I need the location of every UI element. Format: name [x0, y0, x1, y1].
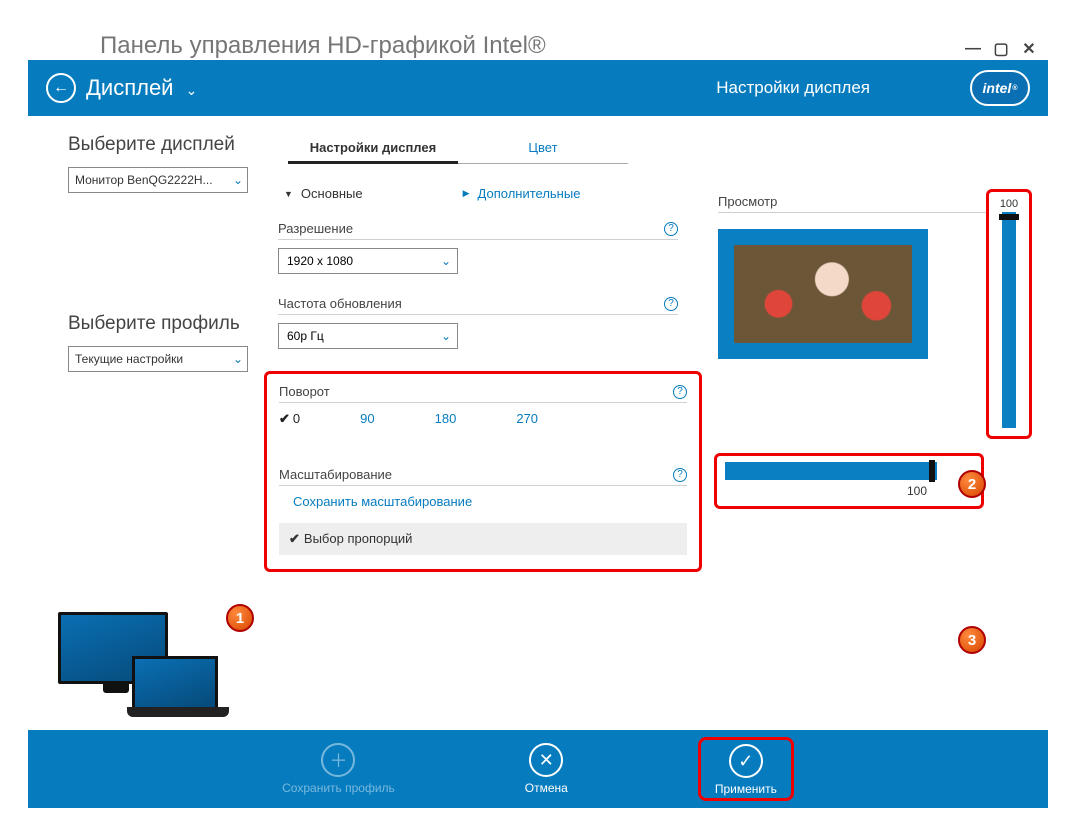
refresh-label: Частота обновления	[278, 296, 664, 311]
preview-label: Просмотр	[718, 194, 1004, 209]
apply-highlight: ✓ Применить	[698, 737, 794, 801]
help-icon[interactable]: ?	[664, 222, 678, 236]
aspect-ratio-option[interactable]: Выбор пропорций	[279, 523, 687, 555]
maximize-button[interactable]: ▢	[990, 38, 1012, 60]
subtab-advanced[interactable]: Дополнительные	[463, 186, 581, 201]
preview-area: 100 100	[718, 229, 978, 359]
rotation-180[interactable]: 180	[435, 411, 457, 427]
horizontal-scale-value: 100	[725, 484, 973, 498]
intel-logo: intel	[970, 70, 1030, 106]
apply-button[interactable]: ✓ Применить	[715, 744, 777, 796]
scaling-label: Масштабирование	[279, 467, 673, 482]
close-icon: ✕	[529, 743, 563, 777]
arrow-left-icon: ←	[53, 79, 69, 97]
plus-icon: ＋	[321, 743, 355, 777]
minimize-button[interactable]: —	[962, 38, 984, 60]
chevron-down-icon: ⌄	[186, 82, 198, 98]
save-profile-label: Сохранить профиль	[282, 781, 395, 795]
horizontal-scale-highlight: 100	[714, 453, 984, 509]
chevron-down-icon: ⌄	[233, 173, 243, 187]
chevron-down-icon: ⌄	[441, 254, 451, 268]
rotation-0[interactable]: 0	[279, 411, 300, 427]
slider-thumb[interactable]	[929, 460, 935, 482]
display-value: Монитор BenQG2222H...	[75, 173, 213, 187]
vertical-scale-highlight: 100	[986, 189, 1032, 439]
chevron-down-icon: ⌄	[441, 329, 451, 343]
resolution-block: Разрешение ? 1920 x 1080 ⌄	[278, 221, 678, 274]
refresh-value: 60p Гц	[287, 329, 324, 343]
check-icon: ✓	[729, 744, 763, 778]
vertical-scale-value: 100	[1000, 198, 1018, 210]
tab-color[interactable]: Цвет	[458, 134, 628, 164]
rotation-270[interactable]: 270	[516, 411, 538, 427]
callout-2: 2	[958, 470, 986, 498]
body-area: Выберите дисплей Монитор BenQG2222H... ⌄…	[28, 116, 1048, 696]
resolution-value: 1920 x 1080	[287, 254, 353, 268]
scaling-block: Масштабирование ? Сохранить масштабирова…	[279, 467, 687, 555]
back-button[interactable]: ←	[46, 73, 76, 103]
select-display-label: Выберите дисплей	[68, 134, 258, 157]
intel-graphics-panel: Панель управления HD-графикой Intel® — ▢…	[28, 20, 1048, 808]
close-button[interactable]: ✕	[1018, 38, 1040, 60]
chevron-down-icon: ⌄	[233, 352, 243, 366]
horizontal-scale-slider[interactable]	[725, 462, 937, 480]
rotation-label: Поворот	[279, 384, 673, 399]
save-profile-button: ＋ Сохранить профиль	[282, 743, 395, 795]
middle-column: Настройки дисплея Цвет Основные Дополнит…	[278, 134, 678, 696]
blue-header: ← Дисплей ⌄ Настройки дисплея intel	[28, 60, 1048, 116]
preview-image	[718, 229, 928, 359]
resolution-select[interactable]: 1920 x 1080 ⌄	[278, 248, 458, 274]
cancel-label: Отмена	[525, 781, 568, 795]
monitors-illustration	[58, 612, 228, 722]
section-label: Дисплей	[86, 75, 173, 100]
refresh-block: Частота обновления ? 60p Гц ⌄	[278, 296, 678, 349]
save-scaling-link[interactable]: Сохранить масштабирование	[293, 494, 687, 509]
right-column: Просмотр ? 100 100	[678, 134, 1036, 696]
cancel-button[interactable]: ✕ Отмена	[525, 743, 568, 795]
window-title: Панель управления HD-графикой Intel®	[100, 32, 956, 60]
subtab-basic[interactable]: Основные	[284, 186, 363, 201]
callout-3: 3	[958, 626, 986, 654]
laptop-icon	[132, 656, 218, 710]
select-profile-label: Выберите профиль	[68, 313, 258, 336]
tab-display-settings[interactable]: Настройки дисплея	[288, 134, 458, 164]
rotation-block: Поворот ? 0 90 180 270	[279, 384, 687, 427]
apply-label: Применить	[715, 782, 777, 796]
vertical-scale-slider[interactable]	[1002, 212, 1016, 428]
display-selector[interactable]: Монитор BenQG2222H... ⌄	[68, 167, 248, 193]
slider-thumb[interactable]	[999, 214, 1019, 220]
help-icon[interactable]: ?	[664, 297, 678, 311]
title-bar: Панель управления HD-графикой Intel® — ▢…	[28, 20, 1048, 60]
section-dropdown[interactable]: Дисплей ⌄	[86, 75, 197, 101]
footer-bar: ＋ Сохранить профиль ✕ Отмена ✓ Применить	[28, 730, 1048, 808]
rotation-scaling-highlight: Поворот ? 0 90 180 270 Масштабирование ?	[264, 371, 702, 572]
callout-1: 1	[226, 604, 254, 632]
rotation-90[interactable]: 90	[360, 411, 374, 427]
page-subtitle: Настройки дисплея	[716, 78, 870, 98]
resolution-label: Разрешение	[278, 221, 664, 236]
profile-selector[interactable]: Текущие настройки ⌄	[68, 346, 248, 372]
refresh-select[interactable]: 60p Гц ⌄	[278, 323, 458, 349]
profile-value: Текущие настройки	[75, 352, 183, 366]
